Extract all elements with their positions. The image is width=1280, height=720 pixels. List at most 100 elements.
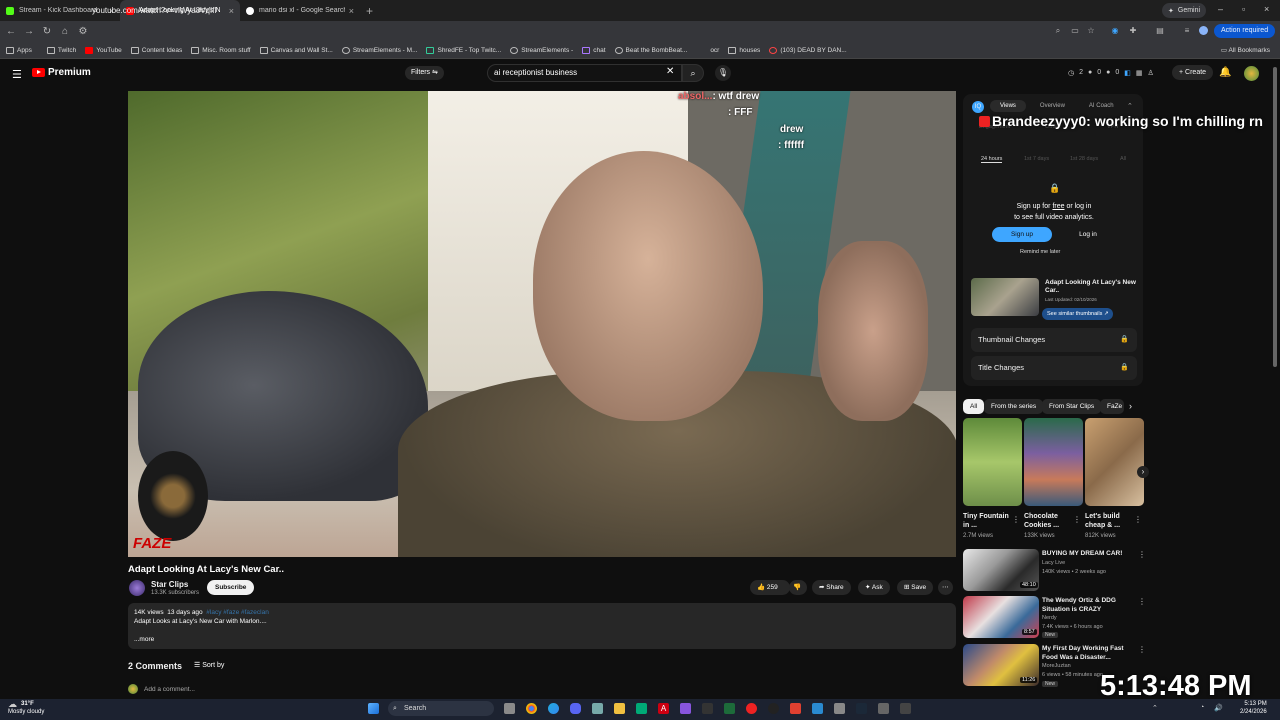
taskbar-clock[interactable]: 5:13 PM 2/24/2026: [1240, 700, 1267, 716]
share-button[interactable]: ➦ Share: [812, 580, 851, 595]
reload-icon[interactable]: ↻: [38, 26, 56, 37]
see-similar-thumbnails-button[interactable]: See similar thumbnails ↗: [1042, 308, 1114, 320]
dislike-button[interactable]: 👎: [789, 580, 807, 595]
chip-from-star-clips[interactable]: From Star Clips: [1042, 399, 1102, 414]
avatar[interactable]: [1244, 66, 1259, 81]
channel-name[interactable]: Star Clips: [151, 580, 188, 589]
extension-icon[interactable]: ◉: [1110, 26, 1120, 36]
more-icon[interactable]: ⋮: [1073, 515, 1081, 524]
steam-icon[interactable]: [856, 703, 867, 714]
puzzle-icon[interactable]: ✚: [1128, 26, 1138, 36]
video-thumbnail[interactable]: [971, 278, 1039, 316]
collapse-icon[interactable]: ⌃: [1127, 102, 1133, 110]
title-changes-row[interactable]: Title Changes 🔒: [971, 356, 1137, 380]
home-icon[interactable]: ⌂: [56, 26, 74, 37]
acrobat-icon[interactable]: A: [658, 703, 669, 714]
page-scrollbar[interactable]: [1272, 61, 1278, 699]
action-required-button[interactable]: Action required: [1214, 24, 1276, 38]
app-icon[interactable]: [746, 703, 757, 714]
app-icon[interactable]: [592, 703, 603, 714]
youtube-premium-logo[interactable]: Premium: [32, 67, 91, 78]
sort-by-button[interactable]: ☰ Sort by: [194, 661, 224, 669]
person-icon[interactable]: ♙: [1148, 69, 1154, 77]
url-field[interactable]: youtube.com/watch?v=vlWya8VqIfI: [92, 4, 1032, 17]
filters-button[interactable]: Filters ⇋: [405, 66, 444, 80]
more-icon[interactable]: ⋮: [1138, 550, 1146, 559]
video-player[interactable]: absol...: wtf drew : FFF drew : ffffff F…: [128, 91, 956, 557]
chevron-right-icon[interactable]: ›: [1129, 401, 1132, 411]
discord-icon[interactable]: [570, 703, 581, 714]
chip-faze[interactable]: FaZe: [1100, 399, 1124, 414]
clear-search-icon[interactable]: ✕: [666, 66, 674, 77]
add-comment-field[interactable]: Add a comment...: [128, 684, 195, 694]
bookmark-canvas[interactable]: Canvas and Wall St...: [259, 46, 333, 54]
sign-up-button[interactable]: Sign up: [992, 227, 1052, 242]
search-icon[interactable]: ⌕: [1053, 26, 1063, 36]
tray-chevron-icon[interactable]: ⌃: [1152, 704, 1158, 712]
rec-video-title[interactable]: My First Day Working Fast Food Was a Dis…: [1042, 645, 1137, 662]
short-thumbnail[interactable]: [1024, 418, 1083, 506]
profile-icon[interactable]: [1199, 26, 1208, 35]
more-actions-button[interactable]: ⋯: [938, 580, 953, 595]
bookmark-twitch[interactable]: Twitch: [46, 46, 76, 54]
bookmark-houses[interactable]: houses: [728, 46, 760, 54]
back-icon[interactable]: ←: [2, 26, 20, 37]
subscribe-button[interactable]: Subscribe: [207, 580, 255, 595]
rec-channel[interactable]: Nerdy: [1042, 615, 1057, 621]
short-title[interactable]: Chocolate Cookies ...: [1024, 512, 1072, 530]
obs-icon[interactable]: [768, 703, 779, 714]
install-icon[interactable]: ▭: [1070, 26, 1080, 36]
taskbar-search[interactable]: ⌕ Search: [388, 701, 494, 716]
bookmark-chat[interactable]: chat: [582, 46, 606, 54]
excel-icon[interactable]: [724, 703, 735, 714]
range-7d[interactable]: 1st 7 days: [1024, 156, 1049, 162]
site-info-icon[interactable]: ⚙: [74, 26, 92, 37]
rec-video-title[interactable]: The Wendy Ortiz & DDG Situation is CRAZY: [1042, 597, 1137, 614]
short-title[interactable]: Let's build cheap & ...: [1085, 512, 1133, 530]
windows-start-icon[interactable]: [368, 703, 379, 714]
ask-button[interactable]: ✦ Ask: [858, 580, 890, 595]
bookmark-dead-by-daylight[interactable]: (103) DEAD BY DAN...: [769, 46, 847, 54]
vidiq-icon[interactable]: ◧: [1124, 69, 1131, 77]
app-icon[interactable]: [636, 703, 647, 714]
range-28d[interactable]: 1st 28 days: [1070, 156, 1098, 162]
short-thumbnail[interactable]: [1085, 418, 1144, 506]
gemini-button[interactable]: ✦ Gemini: [1162, 3, 1207, 18]
remind-me-later-link[interactable]: Remind me later: [1020, 249, 1060, 255]
all-bookmarks-button[interactable]: ▭ All Bookmarks: [1221, 46, 1270, 54]
notifications-bell-icon[interactable]: 🔔: [1219, 67, 1231, 78]
settings-icon[interactable]: [834, 703, 845, 714]
star-icon[interactable]: ☆: [1086, 26, 1096, 36]
weather-widget[interactable]: ☁ 31°F Mostly cloudy: [8, 700, 44, 716]
bookmark-apps[interactable]: Apps: [6, 46, 32, 54]
menu-list-icon[interactable]: ≡: [1182, 26, 1192, 36]
bookmark-streamelements-m[interactable]: StreamElements - M...: [341, 46, 417, 54]
app-icon[interactable]: [790, 703, 801, 714]
bookmark-content-ideas[interactable]: Content Ideas: [130, 46, 182, 54]
bookmark-shredfe[interactable]: ShredFE - Top Twitc...: [426, 46, 501, 54]
wifi-icon[interactable]: ◔: [1200, 704, 1204, 711]
minimize-button[interactable]: –: [1218, 4, 1223, 14]
more-icon[interactable]: ⋮: [1134, 515, 1142, 524]
thumbnail-changes-row[interactable]: Thumbnail Changes 🔒: [971, 328, 1137, 352]
like-button[interactable]: 👍 259: [750, 580, 790, 595]
bookmark-beat-the-bomb[interactable]: Beat the BombBeat...: [614, 46, 687, 54]
shorts-next-button[interactable]: ›: [1137, 466, 1149, 478]
save-button[interactable]: ⊞ Save: [897, 580, 934, 595]
bookmark-ocr[interactable]: ocr: [710, 47, 719, 54]
bookmark-streamelements[interactable]: StreamElements -: [510, 46, 573, 54]
file-explorer-icon[interactable]: [614, 703, 625, 714]
more-icon[interactable]: ⋮: [1012, 515, 1020, 524]
app-icon[interactable]: [812, 703, 823, 714]
maximize-button[interactable]: ▫: [1242, 4, 1245, 14]
search-button[interactable]: ⌕: [682, 64, 704, 82]
rec-video-title[interactable]: BUYING MY DREAM CAR!: [1042, 550, 1137, 559]
chip-all[interactable]: All: [963, 399, 985, 414]
show-more-link[interactable]: ...more: [134, 636, 154, 643]
task-view-icon[interactable]: [504, 703, 515, 714]
volume-icon[interactable]: 🔊: [1214, 704, 1223, 712]
close-window-button[interactable]: ×: [1264, 4, 1269, 14]
range-24h[interactable]: 24 hours: [981, 156, 1003, 163]
log-in-button[interactable]: Log in: [1058, 227, 1118, 242]
scrollbar-thumb[interactable]: [1273, 67, 1277, 367]
